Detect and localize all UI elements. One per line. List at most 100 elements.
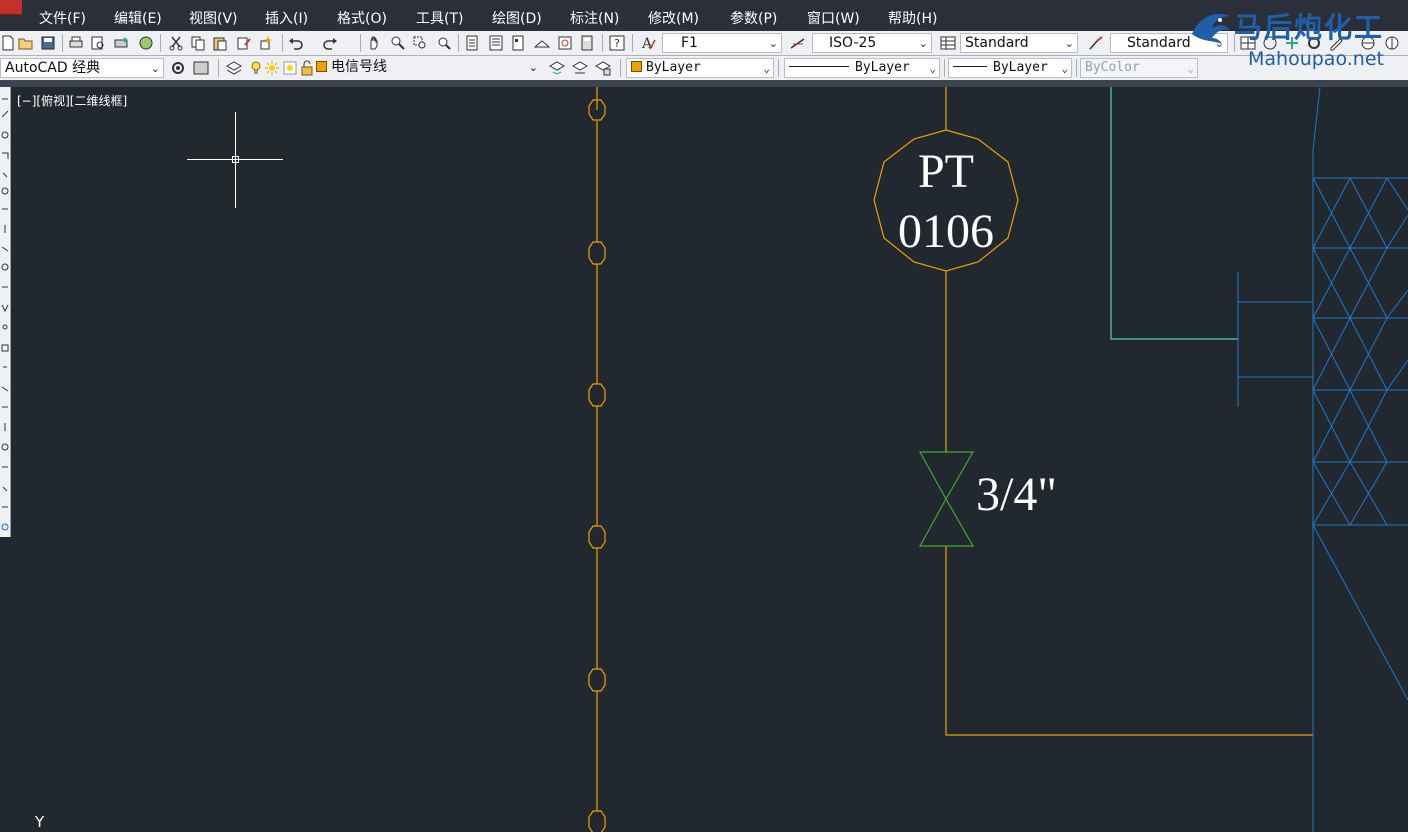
cut-icon[interactable] (168, 35, 184, 51)
plot-preview-icon[interactable] (90, 35, 106, 51)
markup-icon[interactable] (557, 35, 573, 51)
chevron-down-icon: ⌄ (918, 37, 928, 50)
design-center-icon[interactable] (488, 35, 504, 51)
table-style-value: Standard (965, 35, 1029, 51)
redo-icon[interactable] (322, 35, 338, 51)
toolbar-separator (160, 34, 161, 52)
linetype-preview (789, 66, 849, 67)
table-style-select[interactable]: Standard ⌄ (960, 33, 1078, 53)
toolbar-separator (218, 59, 219, 77)
toolbar-separator (458, 34, 459, 52)
toolbar-separator (632, 34, 633, 52)
mleader-style-icon[interactable] (1088, 35, 1104, 51)
workspace-dialog-icon[interactable] (193, 60, 209, 76)
chevron-down-icon: ⌄ (763, 62, 770, 75)
watermark-logo: 马后炮化工 Mahoupao.net (1186, 2, 1408, 72)
linetype-select[interactable]: ByLayer ⌄ (784, 58, 940, 78)
quickcalc-icon[interactable] (579, 35, 595, 51)
draw-toolbar-icons[interactable] (0, 87, 10, 537)
undo-icon[interactable] (288, 35, 304, 51)
menu-help[interactable]: 帮助(H) (888, 8, 937, 28)
app-menu-icon[interactable] (0, 0, 22, 15)
chevron-down-icon: ⌄ (150, 62, 160, 75)
chevron-down-icon: ⌄ (929, 62, 936, 75)
save-icon[interactable] (40, 35, 56, 51)
toolbar-separator (1076, 59, 1077, 77)
linetype-value: ByLayer (855, 60, 910, 75)
watermark-chinese: 马后炮化工 (1234, 11, 1385, 44)
menu-tools[interactable]: 工具(T) (416, 8, 463, 28)
draw-toolbar-docked (0, 87, 11, 537)
lineweight-value: ByLayer (993, 60, 1048, 75)
menu-window[interactable]: 窗口(W) (807, 8, 860, 28)
pan-icon[interactable] (366, 35, 382, 51)
layer-state-icon[interactable] (595, 60, 611, 76)
lineweight-select[interactable]: ByLayer ⌄ (948, 58, 1072, 78)
zoom-window-icon[interactable] (412, 35, 428, 51)
copy-icon[interactable] (190, 35, 206, 51)
dragon-icon (1192, 13, 1230, 44)
block-editor-icon[interactable] (258, 35, 274, 51)
menu-modify[interactable]: 修改(M) (648, 8, 699, 28)
sheet-set-icon[interactable] (534, 35, 550, 51)
tool-palettes-icon[interactable] (510, 35, 526, 51)
workspace-settings-icon[interactable] (170, 60, 186, 76)
toolbar-separator (620, 59, 621, 77)
color-swatch (631, 61, 642, 72)
open-icon[interactable] (18, 35, 34, 51)
chevron-down-icon: ⌄ (1061, 62, 1068, 75)
menu-view[interactable]: 视图(V) (189, 8, 238, 28)
chevron-down-icon: ⌄ (528, 61, 538, 74)
3d-print-icon[interactable] (138, 35, 154, 51)
toolbar-separator (778, 59, 779, 77)
menu-insert[interactable]: 插入(I) (265, 8, 308, 28)
help-icon[interactable]: ? (609, 35, 625, 51)
menu-edit[interactable]: 编辑(E) (114, 8, 162, 28)
dim-style-value: ISO-25 (829, 35, 877, 51)
drawing-viewport[interactable] (11, 87, 1408, 832)
match-properties-icon[interactable] (236, 35, 252, 51)
make-current-icon[interactable] (549, 60, 565, 76)
layer-select[interactable]: 电信号线 ⌄ (316, 58, 544, 78)
layer-color-swatch (316, 61, 327, 72)
workspace-select[interactable]: AutoCAD 经典 ⌄ (0, 58, 164, 78)
dim-style-icon[interactable] (790, 35, 806, 51)
toolbar-separator (360, 34, 361, 52)
paste-icon[interactable] (212, 35, 228, 51)
toolbar-separator (944, 59, 945, 77)
text-style-select[interactable]: F1 ⌄ (662, 33, 782, 53)
svg-text:A: A (641, 36, 653, 51)
chevron-down-icon: ⌄ (768, 37, 778, 50)
layer-lock-icon[interactable] (299, 60, 315, 76)
svg-text:?: ? (614, 37, 620, 50)
publish-icon[interactable] (114, 35, 130, 51)
zoom-realtime-icon[interactable] (390, 35, 406, 51)
menu-draw[interactable]: 绘图(D) (492, 8, 542, 28)
text-style-icon[interactable]: A (640, 35, 656, 51)
viewport-controls-label[interactable]: [−][俯视][二维线框] (17, 92, 127, 109)
layer-vp-freeze-icon[interactable] (282, 60, 298, 76)
toolbar-separator (62, 34, 63, 52)
layer-properties-icon[interactable] (226, 60, 242, 76)
dim-style-select[interactable]: ISO-25 ⌄ (812, 33, 932, 53)
new-icon[interactable] (0, 35, 16, 51)
layer-value: 电信号线 (331, 59, 387, 75)
menu-file[interactable]: 文件(F) (39, 8, 86, 28)
toolbar-separator (602, 34, 603, 52)
properties-icon[interactable] (464, 35, 480, 51)
text-style-value: F1 (681, 35, 698, 51)
lineweight-preview (953, 66, 987, 67)
table-style-icon[interactable] (940, 35, 956, 51)
toolbar-separator (282, 34, 283, 52)
menu-dimension[interactable]: 标注(N) (570, 8, 619, 28)
zoom-previous-icon[interactable] (436, 35, 452, 51)
menu-parametric[interactable]: 参数(P) (730, 8, 777, 28)
plotstyle-select[interactable]: ByColor ⌄ (1080, 58, 1198, 78)
plot-icon[interactable] (68, 35, 84, 51)
chevron-down-icon: ⌄ (1064, 37, 1074, 50)
layer-previous-icon[interactable] (572, 60, 588, 76)
color-select[interactable]: ByLayer ⌄ (626, 58, 774, 78)
menu-format[interactable]: 格式(O) (337, 8, 387, 28)
layer-freeze-icon[interactable] (264, 60, 280, 76)
layer-on-icon[interactable] (248, 60, 264, 76)
